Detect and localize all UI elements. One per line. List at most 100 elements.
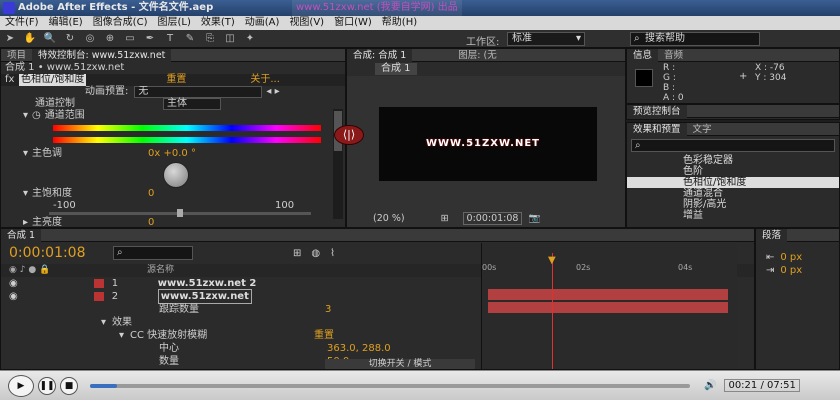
tab-effects-presets[interactable]: 效果和预置 xyxy=(627,122,687,136)
stop-button[interactable]: ■ xyxy=(60,376,78,395)
indent-left-value[interactable]: 0 px xyxy=(780,252,802,263)
resize-panels-icon[interactable]: ⟨|⟩ xyxy=(334,125,364,145)
playhead[interactable] xyxy=(552,253,553,369)
grid-icon[interactable]: ⊞ xyxy=(441,213,449,224)
list-item[interactable]: 色彩稳定器 xyxy=(627,155,839,166)
rectangle-tool-icon[interactable]: ▭ xyxy=(123,33,137,45)
preset-nav-icon[interactable]: ◂ ▸ xyxy=(266,86,279,98)
list-item[interactable]: 通道混合 xyxy=(627,188,839,199)
list-item[interactable]: 色阶 xyxy=(627,166,839,177)
saturation-slider[interactable] xyxy=(49,209,311,217)
stopwatch-icon[interactable]: ◷ xyxy=(32,110,41,122)
menu-layer[interactable]: 图层(L) xyxy=(152,16,195,30)
twirl-down-icon[interactable]: ▾ xyxy=(101,316,106,329)
presets-search-input[interactable]: ⌕ xyxy=(631,139,835,152)
preset-select[interactable]: 无 xyxy=(134,86,263,98)
layer-2-bar[interactable] xyxy=(488,302,728,313)
saturation-value[interactable]: 0 xyxy=(148,188,154,200)
visibility-icon[interactable]: ◉ xyxy=(9,277,18,290)
motion-blur-icon[interactable]: ◍ xyxy=(311,248,320,259)
effect-name[interactable]: 色相位/饱和度 xyxy=(19,74,87,86)
twirl-down-icon[interactable]: ▾ xyxy=(23,148,28,160)
timeline-timecode[interactable]: 0:00:01:08 xyxy=(9,245,113,261)
property-value[interactable]: 3 xyxy=(325,303,331,316)
rotate-tool-icon[interactable]: ↻ xyxy=(63,33,77,45)
list-item[interactable]: 阴影/高光 xyxy=(627,199,839,210)
comp-timecode[interactable]: 0:00:01:08 xyxy=(462,211,523,225)
workspace-select[interactable]: 标准 ▾ xyxy=(507,32,585,46)
zoom-select[interactable]: (20 %) xyxy=(373,213,405,224)
menu-animation[interactable]: 动画(A) xyxy=(240,16,285,30)
pan-behind-tool-icon[interactable]: ⊕ xyxy=(103,33,117,45)
channel-control-row: 通道控制 主体 xyxy=(1,98,345,110)
snapshot-icon[interactable]: 📷 xyxy=(528,213,540,224)
seek-bar[interactable] xyxy=(90,383,690,388)
timeline-search-input[interactable]: ⌕ xyxy=(113,246,193,260)
clone-tool-icon[interactable]: ⎘ xyxy=(203,33,217,45)
saturation-label: 主饱和度 xyxy=(32,188,73,199)
search-help-input[interactable]: ⌕ 搜索帮助 xyxy=(630,32,760,46)
hue-dial[interactable] xyxy=(163,162,189,188)
menu-view[interactable]: 视图(V) xyxy=(284,16,329,30)
effect-about-link[interactable]: 关于... xyxy=(250,74,280,86)
brush-tool-icon[interactable]: ✎ xyxy=(183,33,197,45)
layer-1-bar[interactable] xyxy=(488,289,728,300)
menu-file[interactable]: 文件(F) xyxy=(0,16,44,30)
tab-text[interactable]: 文字 xyxy=(687,123,718,136)
time-ruler[interactable]: 00s 02s 04s xyxy=(482,263,738,272)
property-value[interactable]: 重置 xyxy=(314,329,334,342)
visibility-icon[interactable]: ◉ xyxy=(9,290,18,303)
tab-layer[interactable]: 图层: (无 xyxy=(452,49,502,62)
tab-paragraph[interactable]: 段落 xyxy=(756,228,788,242)
hue-value[interactable]: 0x +0.0 ° xyxy=(148,148,196,160)
label-color[interactable] xyxy=(93,292,104,301)
tab-composition[interactable]: 合成: 合成 1 xyxy=(347,48,413,62)
twirl-down-icon[interactable]: ▾ xyxy=(119,329,124,342)
list-item[interactable]: 增益 xyxy=(627,210,839,221)
eraser-tool-icon[interactable]: ◫ xyxy=(223,33,237,45)
menu-effect[interactable]: 效果(T) xyxy=(196,16,240,30)
puppet-tool-icon[interactable]: ✦ xyxy=(243,33,257,45)
playhead-marker-icon[interactable]: ▼ xyxy=(548,255,556,266)
toggle-switches-modes-button[interactable]: 切换开关 / 模式 xyxy=(325,359,475,369)
label-color[interactable] xyxy=(93,279,104,288)
twirl-down-icon[interactable]: ▾ xyxy=(23,188,28,200)
camera-tool-icon[interactable]: ◎ xyxy=(83,33,97,45)
timeline-track-area[interactable]: 00s 02s 04s ▼ xyxy=(481,243,737,369)
indent-first-value[interactable]: 0 px xyxy=(780,265,802,276)
text-tool-icon[interactable]: T xyxy=(163,33,177,45)
pause-button[interactable]: ❚❚ xyxy=(38,376,56,395)
volume-icon[interactable]: 🔊 xyxy=(704,380,716,391)
graph-editor-icon[interactable]: ⌇ xyxy=(330,248,335,259)
hue-gradient-bottom xyxy=(53,137,321,143)
tab-info[interactable]: 信息 xyxy=(627,48,659,62)
twirl-down-icon[interactable]: ▾ xyxy=(23,110,28,122)
selection-tool-icon[interactable]: ➤ xyxy=(3,33,17,45)
play-button[interactable]: ▶ xyxy=(8,374,34,397)
channel-control-select[interactable]: 主体 xyxy=(163,98,221,110)
layer-number: 2 xyxy=(111,291,119,302)
slider-thumb[interactable] xyxy=(177,209,183,217)
tab-audio[interactable]: 音频 xyxy=(658,49,689,62)
effect-reset-link[interactable]: 重置 xyxy=(166,74,186,86)
hand-tool-icon[interactable]: ✋ xyxy=(23,33,37,45)
menu-edit[interactable]: 编辑(E) xyxy=(44,16,88,30)
ruler-label: 04s xyxy=(678,263,693,272)
tab-project[interactable]: 项目 xyxy=(1,49,32,62)
comp-subtab[interactable]: 合成 1 xyxy=(375,63,417,75)
tab-preview[interactable]: 预览控制台 xyxy=(627,104,687,118)
pen-tool-icon[interactable]: ✒ xyxy=(143,33,157,45)
tab-effect-controls[interactable]: 特效控制台: www.51zxw.net xyxy=(32,48,172,62)
list-item[interactable]: 色相位/饱和度 xyxy=(627,177,839,188)
property-value[interactable]: 363.0, 288.0 xyxy=(327,342,391,355)
zoom-tool-icon[interactable]: 🔍 xyxy=(43,33,57,45)
layer-name[interactable]: www.51zxw.net xyxy=(157,289,252,304)
comp-flowchart-icon[interactable]: ⊞ xyxy=(293,248,301,259)
title-bar: Adobe After Effects - 文件名文件.aep www.51zx… xyxy=(0,0,840,16)
menu-composition[interactable]: 图像合成(C) xyxy=(88,16,153,30)
workspace-value: 标准 xyxy=(512,33,532,44)
indent-row: ⇤ 0 px xyxy=(766,252,839,263)
menu-window[interactable]: 窗口(W) xyxy=(329,16,377,30)
tab-comp-timeline[interactable]: 合成 1 xyxy=(1,228,42,242)
menu-help[interactable]: 帮助(H) xyxy=(377,16,422,30)
